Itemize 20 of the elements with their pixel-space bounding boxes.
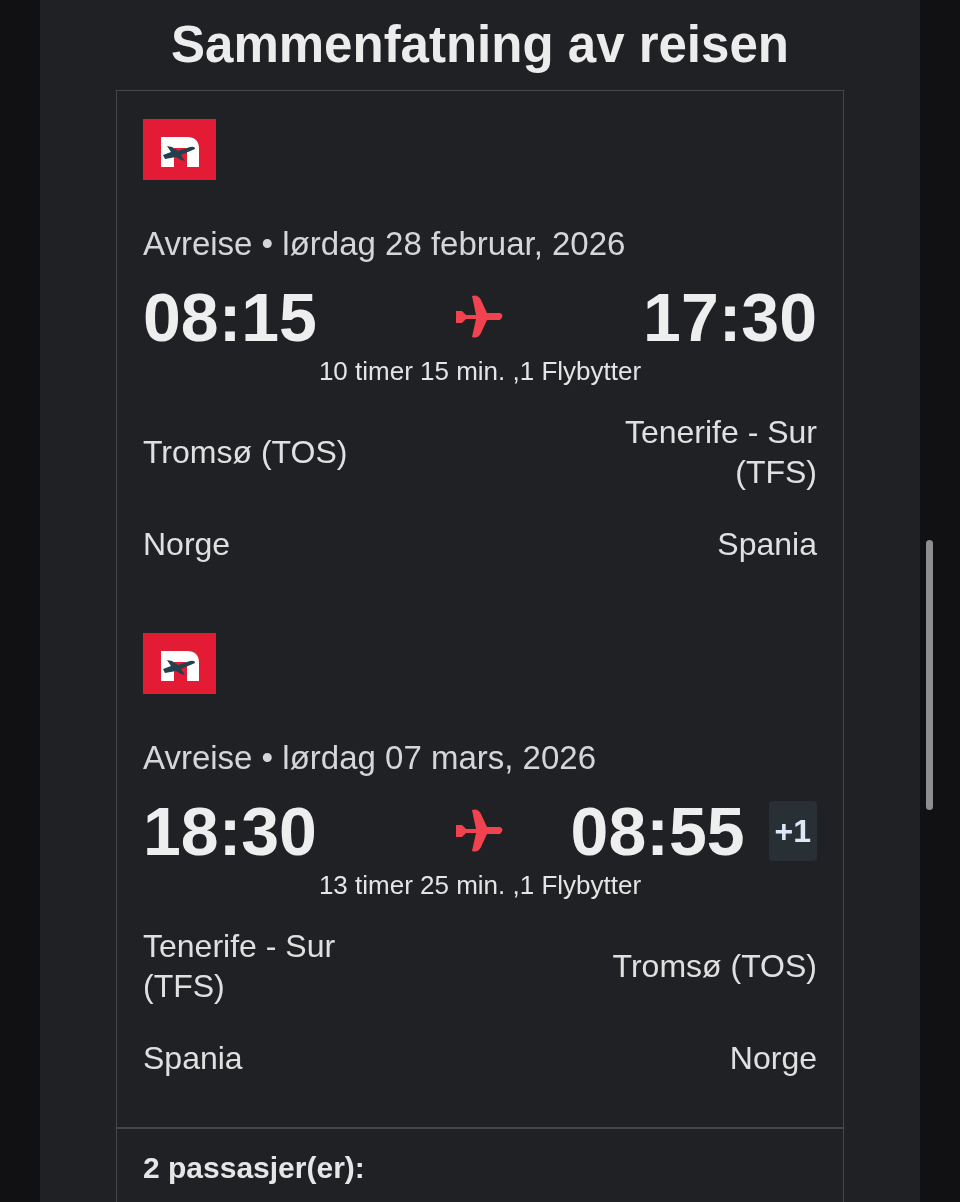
departure-date: Avreise • lørdag 28 februar, 2026	[143, 224, 627, 264]
destination-country: Spania	[717, 525, 817, 564]
arrival-time: 17:30	[643, 278, 817, 356]
departure-date: Avreise • lørdag 07 mars, 2026	[143, 738, 597, 778]
flight-duration: 13 timer 25 min. ,1 Flybytter	[318, 870, 642, 900]
departure-time: 08:15	[143, 278, 318, 356]
flight-duration: 10 timer 15 min. ,1 Flybytter	[318, 356, 642, 386]
origin-airport: Tenerife - Sur (TFS)	[143, 927, 337, 1006]
scrollbar-thumb[interactable]	[926, 540, 933, 810]
day-offset-badge: +1	[768, 801, 817, 861]
origin-airport: Tromsø (TOS)	[143, 433, 348, 472]
arrival-time: 08:55	[570, 792, 745, 870]
page-title: Sammenfatning av reisen	[171, 15, 789, 75]
departure-time: 18:30	[143, 792, 318, 870]
destination-country: Norge	[729, 1039, 817, 1078]
origin-country: Spania	[143, 1039, 243, 1078]
destination-airport: Tromsø (TOS)	[612, 947, 817, 986]
destination-airport: Tenerife - Sur (TFS)	[623, 413, 817, 492]
passenger-count: 2 passasjer(er):	[143, 1151, 365, 1184]
origin-country: Norge	[143, 525, 231, 564]
